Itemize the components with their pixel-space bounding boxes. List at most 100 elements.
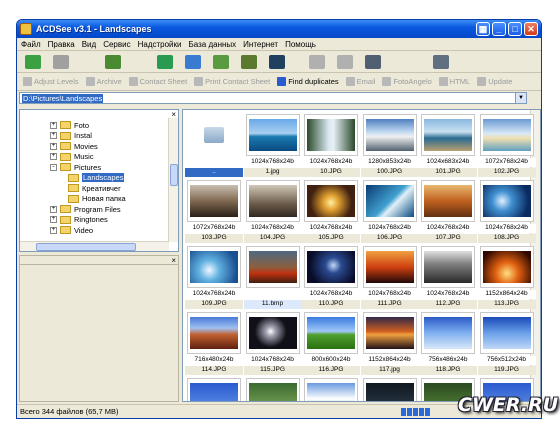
rotate-right-icon[interactable]	[337, 54, 353, 69]
thumbnail-item[interactable]: 800x600x24b 116.JPG	[302, 310, 360, 376]
image-thumbnail[interactable]	[304, 246, 358, 288]
forward-icon[interactable]	[53, 54, 69, 69]
image-thumbnail[interactable]	[304, 114, 358, 156]
plugin-button[interactable]: Print Contact Sheet	[194, 77, 270, 86]
menu-item[interactable]: Правка	[48, 40, 75, 49]
scroll-thumb[interactable]	[170, 164, 178, 186]
image-thumbnail[interactable]	[187, 180, 241, 222]
tree-item[interactable]: + Ringtones	[50, 215, 108, 225]
thumbnail-item[interactable]: 1024x768x24b 106.JPG	[360, 178, 419, 244]
plugin-button[interactable]: Update	[477, 77, 512, 86]
title-bar[interactable]: ACDSee v3.1 - Landscapes ▦ _ □ ✕	[17, 20, 541, 38]
thumbnail-item[interactable]: 1072x768x24b 102.JPG	[477, 112, 536, 178]
menu-item[interactable]: Файл	[21, 40, 41, 49]
sort-icon[interactable]	[241, 54, 257, 69]
image-thumbnail[interactable]	[421, 246, 475, 288]
plugin-button[interactable]: FotoAngelo	[382, 77, 432, 86]
thumbnail-item[interactable]: 1024x768x24b 110.JPG	[302, 244, 360, 310]
parent-folder-thumbnail[interactable]	[187, 114, 241, 156]
up-folder-icon[interactable]	[105, 54, 121, 69]
image-thumbnail[interactable]	[245, 114, 300, 156]
image-thumbnail[interactable]	[479, 312, 534, 354]
copy-icon[interactable]	[365, 54, 381, 69]
image-thumbnail[interactable]	[479, 180, 534, 222]
chevron-down-icon[interactable]: ▼	[515, 93, 526, 103]
address-field[interactable]: D:\Pictures\Landscapes ▼	[19, 92, 527, 104]
image-thumbnail[interactable]	[304, 180, 358, 222]
menu-item[interactable]: Интернет	[243, 40, 278, 49]
thumbnail-item[interactable]: 1024x768x24b 10.JPG	[302, 112, 360, 178]
thumbnail-item[interactable]: 716x480x24b 114.JPG	[185, 310, 243, 376]
browse-icon[interactable]	[185, 54, 201, 69]
expand-icon[interactable]: +	[50, 121, 57, 129]
maximize-button[interactable]: □	[508, 22, 522, 36]
image-thumbnail[interactable]	[187, 312, 241, 354]
tree-item[interactable]: + Foto	[50, 120, 89, 130]
thumbnail-item[interactable]: 1024x768x24b 107.JPG	[419, 178, 477, 244]
thumbnail-gallery[interactable]: .. 1024x768x24b 1.jpg 1024x768x24b 10.JPG 128…	[182, 109, 541, 402]
binoculars-icon[interactable]	[269, 54, 285, 69]
plugin-button[interactable]: Find duplicates	[277, 77, 339, 86]
expand-icon[interactable]: +	[50, 205, 57, 213]
thumbnail-item[interactable]: 1024x768x24b 105.JPG	[302, 178, 360, 244]
folder-tree[interactable]: × + Foto + Instal + Movies + Music - Pictures Land…	[19, 109, 179, 252]
image-thumbnail[interactable]	[304, 312, 358, 354]
thumbnail-item[interactable]: 1024x683x24b 101.JPG	[419, 112, 477, 178]
settings-icon[interactable]	[433, 54, 449, 69]
image-thumbnail[interactable]	[362, 246, 417, 288]
tree-item[interactable]: - Pictures	[50, 162, 101, 172]
thumbnail-item[interactable]: 1024x768x24b 1.jpg	[243, 112, 302, 178]
thumbnail-item[interactable]: 1024x768x24b 111.JPG	[360, 244, 419, 310]
expand-icon[interactable]: +	[50, 226, 57, 234]
expand-icon[interactable]: +	[50, 132, 57, 139]
tree-item[interactable]: + Instal	[50, 131, 92, 141]
menu-item[interactable]: Вид	[82, 40, 96, 49]
plugin-button[interactable]: HTML	[438, 77, 470, 86]
expand-icon[interactable]: +	[50, 153, 57, 160]
tree-item[interactable]: + Video	[50, 225, 93, 235]
expand-icon[interactable]: +	[50, 142, 57, 150]
tree-vertical-scrollbar[interactable]	[168, 118, 178, 242]
image-thumbnail[interactable]	[362, 378, 417, 401]
tree-item[interactable]: + Music	[50, 152, 94, 162]
plugin-button[interactable]: Adjust Levels	[23, 77, 79, 86]
thumbnail-item[interactable]: 1024x768x24b 115.JPG	[243, 310, 302, 376]
image-thumbnail[interactable]	[245, 246, 300, 288]
thumbnail-item[interactable]: 756x512x24b 119.JPG	[477, 310, 536, 376]
thumbnail-item[interactable]: 1024x768x24b 108.JPG	[477, 178, 536, 244]
plugin-button[interactable]: Email	[345, 77, 375, 86]
thumbnail-item[interactable]: ..	[185, 112, 243, 178]
tree-item[interactable]: Креативчег	[68, 183, 121, 193]
image-thumbnail[interactable]	[479, 246, 534, 288]
refresh-icon[interactable]	[157, 54, 173, 69]
tree-horizontal-scrollbar[interactable]	[20, 241, 169, 251]
back-icon[interactable]	[25, 54, 41, 69]
image-thumbnail[interactable]	[187, 378, 241, 401]
thumbnail-item[interactable]: 1024x768x24b 112.JPG	[419, 244, 477, 310]
thumbnail-item[interactable]: 1072x768x24b 103.JPG	[185, 178, 243, 244]
collapse-icon[interactable]: -	[50, 163, 57, 171]
plugin-button[interactable]: Archive	[85, 77, 122, 86]
tree-item[interactable]: + Movies	[50, 141, 98, 151]
thumbnail-item[interactable]	[185, 376, 243, 401]
tree-item[interactable]: Landscapes	[68, 173, 125, 183]
rotate-left-icon[interactable]	[309, 54, 325, 69]
thumbnail-item[interactable]: 756x486x24b 118.JPG	[419, 310, 477, 376]
image-thumbnail[interactable]	[421, 312, 475, 354]
image-thumbnail[interactable]	[245, 378, 300, 401]
thumbnail-item[interactable]: 1280x853x24b 100.JPG	[360, 112, 419, 178]
image-thumbnail[interactable]	[245, 180, 300, 222]
scroll-thumb[interactable]	[36, 243, 136, 251]
close-button[interactable]: ✕	[524, 22, 538, 36]
thumbnail-item[interactable]	[244, 376, 302, 401]
view-icon[interactable]	[213, 54, 229, 69]
expand-icon[interactable]: +	[50, 216, 57, 223]
thumbnail-item[interactable]	[361, 376, 419, 401]
thumbnail-item[interactable]: 1024x768x24b 104.JPG	[243, 178, 302, 244]
menu-item[interactable]: Надстройки	[138, 40, 182, 49]
thumbnail-item[interactable]	[302, 376, 360, 401]
thumbnail-item[interactable]: 1152x864x24b 113.JPG	[477, 244, 536, 310]
menu-item[interactable]: Сервис	[103, 40, 130, 49]
thumbnail-item[interactable]: 1024x768x24b 109.JPG	[185, 244, 243, 310]
minimize-button[interactable]: _	[492, 22, 506, 36]
